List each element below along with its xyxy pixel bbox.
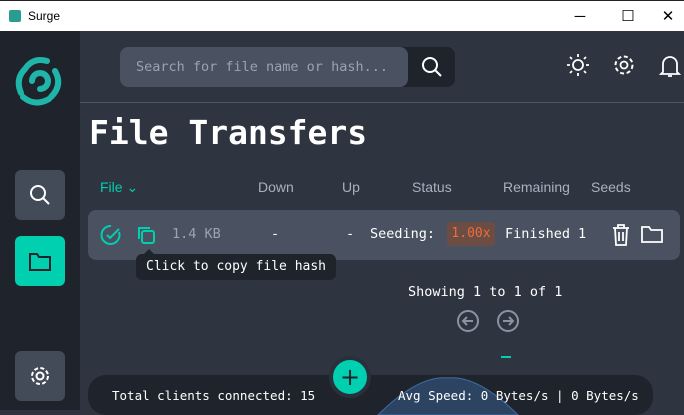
gear-icon	[31, 367, 49, 385]
column-status: Status	[412, 179, 452, 195]
page-title: File Transfers	[89, 113, 368, 152]
prev-page-icon[interactable]	[456, 309, 480, 333]
title-bar: Surge ─ ☐ ✕	[0, 0, 684, 31]
window-title: Surge	[28, 9, 61, 23]
close-button[interactable]: ✕	[648, 5, 684, 29]
add-file-button[interactable]: +	[329, 356, 371, 398]
seeds: 1	[578, 226, 587, 242]
folder-icon[interactable]	[641, 224, 663, 244]
next-page-icon[interactable]	[496, 309, 520, 333]
maximize-button[interactable]: ☐	[608, 5, 648, 29]
avg-speed: Avg Speed: 0 Bytes/s | 0 Bytes/s	[398, 388, 639, 403]
check-circle-icon	[100, 224, 121, 245]
folder-icon	[29, 253, 51, 271]
table-row[interactable]: 1.4 KB - - Seeding: 1.00x Finished 1	[88, 210, 680, 260]
column-remaining: Remaining	[503, 179, 570, 195]
bell-icon[interactable]	[658, 53, 682, 79]
sidebar-settings-button[interactable]	[15, 351, 65, 401]
column-up: Up	[342, 179, 360, 195]
chevron-down-icon: ⌄	[126, 179, 139, 195]
up-speed: -	[346, 226, 355, 242]
divider	[80, 102, 684, 103]
search-input[interactable]	[120, 47, 408, 87]
column-file-sort[interactable]: File ⌄	[100, 179, 138, 196]
minimize-button[interactable]: ─	[560, 5, 600, 29]
search-icon[interactable]	[421, 56, 443, 78]
down-speed: -	[271, 226, 280, 242]
copy-hash-tooltip: Click to copy file hash	[136, 249, 336, 280]
column-file-label: File	[100, 179, 123, 195]
column-seeds: Seeds	[591, 179, 631, 195]
main-content: File Transfers File ⌄ Down Up Status Rem…	[80, 31, 684, 415]
file-size: 1.4 KB	[172, 226, 221, 242]
copy-icon[interactable]	[135, 224, 157, 246]
sidebar	[0, 31, 80, 410]
search-bar	[120, 47, 455, 87]
sidebar-search-button[interactable]	[15, 170, 65, 220]
app-icon	[9, 10, 21, 22]
scroll-indicator	[501, 356, 511, 358]
pagination-info: Showing 1 to 1 of 1	[408, 284, 563, 300]
remaining: Finished	[505, 226, 571, 242]
theme-sun-icon[interactable]	[566, 53, 590, 77]
surge-logo-icon	[15, 57, 62, 106]
gear-icon[interactable]	[612, 53, 636, 77]
trash-icon[interactable]	[611, 223, 631, 247]
sidebar-files-button[interactable]	[15, 236, 65, 286]
search-icon	[30, 185, 50, 205]
clients-connected: Total clients connected: 15	[112, 388, 316, 403]
status-label: Seeding:	[370, 226, 436, 242]
ratio-badge: 1.00x	[447, 222, 495, 246]
column-down: Down	[258, 179, 294, 195]
